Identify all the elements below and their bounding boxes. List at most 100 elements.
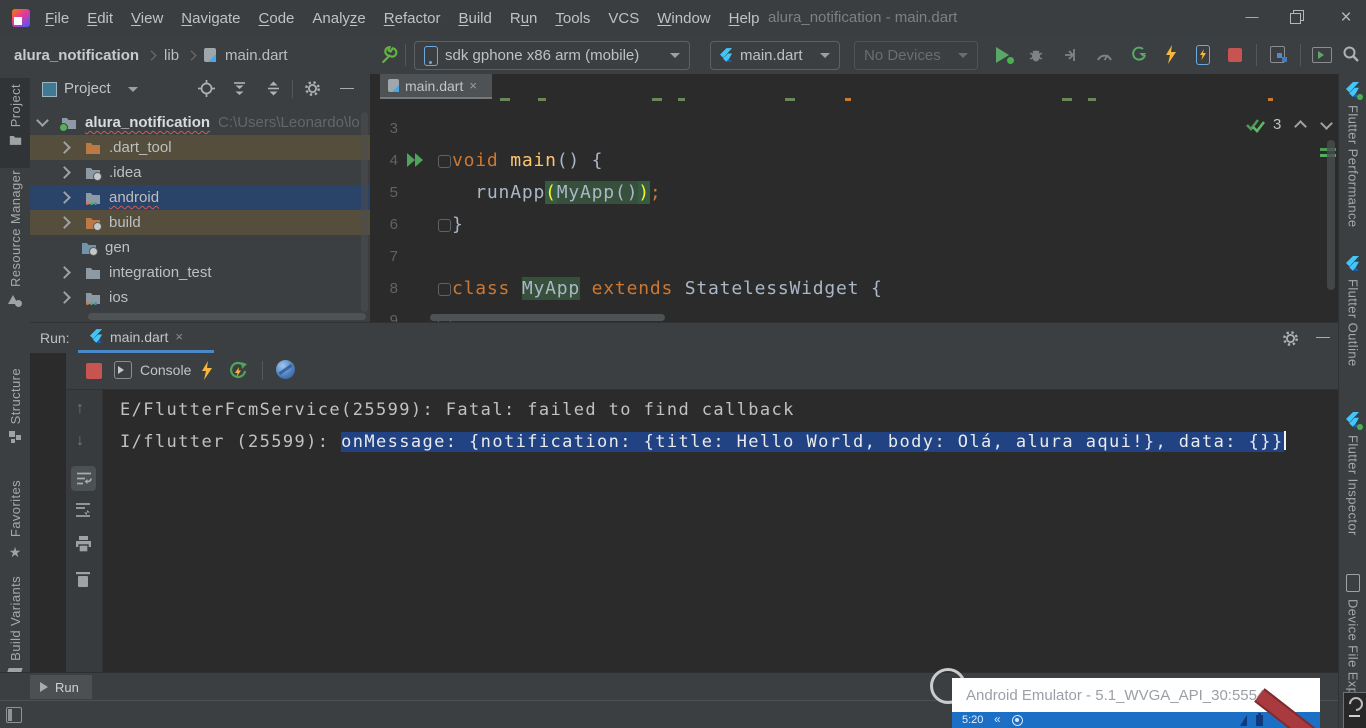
expand-chevron-icon[interactable] <box>36 114 49 127</box>
clear-console-icon[interactable] <box>76 570 90 587</box>
menu-build[interactable]: Build <box>449 10 500 27</box>
print-icon[interactable] <box>75 536 92 552</box>
hide-panel-icon[interactable]: — <box>1316 328 1330 344</box>
toolwindow-switcher-icon[interactable] <box>6 707 22 723</box>
stripe-button-resource-manager[interactable]: Resource Manager <box>0 170 30 307</box>
breadcrumb-lib[interactable]: lib <box>164 47 179 64</box>
menu-window[interactable]: Window <box>648 10 719 27</box>
code-line-4[interactable]: void main() { <box>452 145 603 177</box>
menu-edit[interactable]: Edit <box>78 10 122 27</box>
rerun-stop-button[interactable] <box>86 363 102 379</box>
close-tab-icon[interactable]: × <box>469 78 477 93</box>
expand-all-icon[interactable] <box>232 81 247 96</box>
menu-vcs[interactable]: VCS <box>599 10 648 27</box>
up-stacktrace-icon[interactable]: ↑ <box>76 400 84 418</box>
tree-row-idea[interactable]: .idea <box>30 160 370 185</box>
hot-restart-button[interactable] <box>1196 45 1209 64</box>
project-vertical-scrollbar[interactable] <box>361 112 368 312</box>
menu-help[interactable]: Help <box>720 10 769 27</box>
menu-tools[interactable]: Tools <box>546 10 599 27</box>
collapsed-chevron-icon[interactable] <box>58 216 71 229</box>
code-line-8[interactable]: class MyApp extends StatelessWidget { <box>452 273 883 305</box>
project-horizontal-scrollbar[interactable] <box>88 313 366 320</box>
toolwindow-tab-run[interactable]: Run <box>30 675 92 699</box>
down-stacktrace-icon[interactable]: ↓ <box>76 432 84 450</box>
collapse-all-icon[interactable] <box>266 81 281 96</box>
editor-vertical-scrollbar[interactable] <box>1327 140 1335 290</box>
console-output[interactable]: E/FlutterFcmService(25599): Fatal: faile… <box>103 390 1338 673</box>
collapsed-chevron-icon[interactable] <box>58 266 71 279</box>
run-line-icon[interactable] <box>406 153 424 167</box>
emulator-side-toolbar[interactable] <box>1343 692 1366 728</box>
hot-restart-button[interactable] <box>228 361 248 380</box>
run-tab-main-dart[interactable]: main.dart × <box>80 323 193 350</box>
running-devices-button[interactable] <box>1312 47 1332 63</box>
tree-row-ios[interactable]: ios <box>30 285 370 310</box>
locate-file-icon[interactable] <box>198 80 215 97</box>
settings-gear-icon[interactable] <box>304 80 321 97</box>
fold-marker-icon[interactable] <box>438 219 451 232</box>
run-config-dropdown[interactable]: main.dart <box>710 41 840 70</box>
run-button[interactable] <box>996 47 1014 63</box>
view-dropdown-icon[interactable] <box>128 87 138 92</box>
collapsed-chevron-icon[interactable] <box>58 291 71 304</box>
hide-panel-icon[interactable]: — <box>340 79 354 95</box>
minimize-button[interactable]: — <box>1240 6 1264 30</box>
android-emulator-window[interactable]: Android Emulator - 5.1_WVGA_API_30:5554 … <box>952 678 1320 728</box>
soft-wrap-toggle[interactable] <box>71 466 96 491</box>
tree-row-build[interactable]: build <box>30 210 370 235</box>
tree-row-gen[interactable]: gen <box>30 235 370 260</box>
tree-row-integration-test[interactable]: integration_test <box>30 260 370 285</box>
minimize-icon[interactable] <box>1349 715 1360 717</box>
stripe-button-project[interactable]: Project <box>0 78 30 168</box>
breadcrumb-project[interactable]: alura_notification <box>14 47 139 64</box>
code-line-5[interactable]: runApp(MyApp()); <box>452 177 662 209</box>
flutter-wrench-icon[interactable] <box>380 46 399 65</box>
console-tab[interactable]: Console <box>114 361 191 379</box>
stripe-button-flutter-inspector[interactable]: Flutter Inspector <box>1339 412 1366 536</box>
debug-button[interactable] <box>1028 47 1044 63</box>
close-tab-icon[interactable]: × <box>175 329 183 344</box>
tree-row-dart-tool[interactable]: .dart_tool <box>30 135 370 160</box>
stripe-button-flutter-performance[interactable]: Flutter Performance <box>1339 82 1366 227</box>
menu-navigate[interactable]: Navigate <box>172 10 249 27</box>
next-problem-icon[interactable] <box>1320 117 1333 130</box>
code-line-6[interactable]: } <box>452 209 464 241</box>
collapsed-chevron-icon[interactable] <box>58 141 71 154</box>
device-selector-dropdown[interactable]: sdk gphone x86 arm (mobile) <box>414 41 690 70</box>
menu-file[interactable]: File <box>36 10 78 27</box>
search-everywhere-icon[interactable] <box>1342 45 1360 63</box>
hot-reload-button[interactable] <box>200 361 214 380</box>
device-manager-button[interactable] <box>1270 46 1287 63</box>
collapsed-chevron-icon[interactable] <box>58 166 71 179</box>
menu-analyze[interactable]: Analyze <box>303 10 374 27</box>
inspections-widget[interactable]: 3 <box>1246 116 1331 133</box>
stripe-button-structure[interactable]: Structure <box>0 368 30 443</box>
editor-tab-main-dart[interactable]: main.dart × <box>380 74 492 99</box>
menu-view[interactable]: View <box>122 10 172 27</box>
menu-refactor[interactable]: Refactor <box>375 10 450 27</box>
profiler-button[interactable] <box>1096 47 1113 63</box>
flutter-attach-button[interactable] <box>1130 46 1147 63</box>
stop-button[interactable] <box>1228 48 1242 62</box>
fold-marker-icon[interactable] <box>438 155 451 168</box>
prev-problem-icon[interactable] <box>1294 120 1307 133</box>
tree-row-root[interactable]: alura_notification C:\Users\Leonardo\lo <box>30 110 370 135</box>
rotate-icon[interactable] <box>1346 694 1366 714</box>
maximize-button[interactable] <box>1288 10 1312 34</box>
stripe-button-build-variants[interactable]: Build Variants <box>0 576 30 680</box>
breadcrumb-file[interactable]: main.dart <box>225 47 288 64</box>
stripe-button-favorites[interactable]: Favorites ★ <box>0 480 30 561</box>
collapsed-chevron-icon[interactable] <box>58 191 71 204</box>
hot-reload-button[interactable] <box>1164 45 1178 64</box>
tree-row-android[interactable]: android <box>30 185 370 210</box>
close-button[interactable]: × <box>1334 4 1358 32</box>
stripe-button-flutter-outline[interactable]: Flutter Outline <box>1339 256 1366 367</box>
editor-horizontal-scrollbar[interactable] <box>430 314 665 321</box>
menu-code[interactable]: Code <box>250 10 304 27</box>
fold-marker-icon[interactable] <box>438 283 451 296</box>
devtools-button[interactable] <box>276 360 295 379</box>
target-devices-dropdown[interactable]: No Devices <box>854 41 978 70</box>
scroll-to-end-icon[interactable] <box>75 502 91 518</box>
settings-gear-icon[interactable] <box>1282 330 1299 347</box>
